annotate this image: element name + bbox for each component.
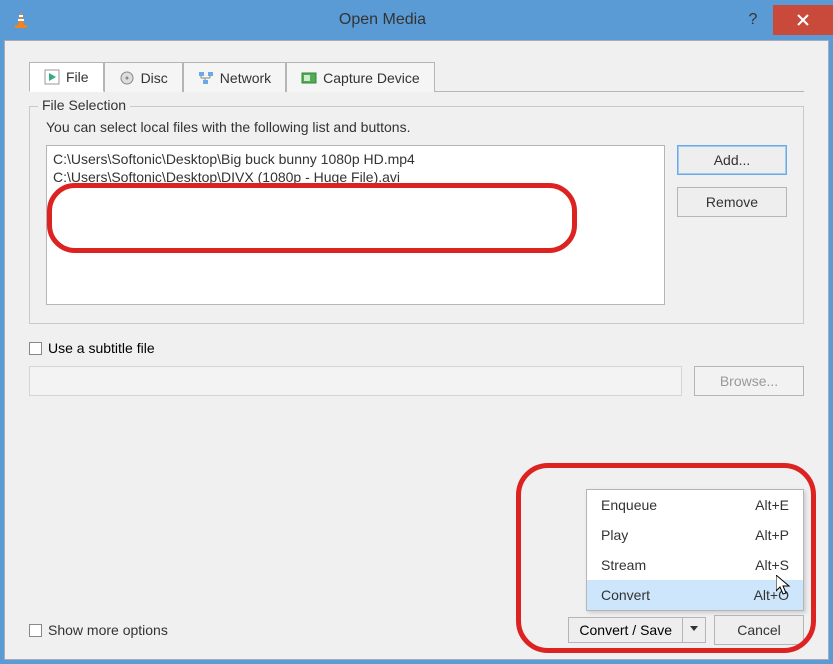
menu-item-play[interactable]: Play Alt+P [587,520,803,550]
tab-label: Capture Device [323,70,420,86]
capture-device-icon [301,70,317,86]
file-selection-group: File Selection You can select local file… [29,106,804,324]
show-more-label: Show more options [48,622,168,638]
subtitle-checkbox[interactable] [29,342,42,355]
subtitle-path-field [29,366,682,396]
tabstrip: File Disc Network Capture Device [29,61,804,92]
file-list[interactable]: C:\Users\Softonic\Desktop\Big buck bunny… [46,145,665,305]
tab-network[interactable]: Network [183,62,286,92]
file-selection-desc: You can select local files with the foll… [46,119,787,135]
cancel-button[interactable]: Cancel [714,615,804,645]
show-more-checkbox[interactable] [29,624,42,637]
tab-capture[interactable]: Capture Device [286,62,435,92]
menu-item-label: Stream [601,557,646,573]
convert-save-split-button[interactable]: Convert / Save [568,617,706,643]
add-button[interactable]: Add... [677,145,787,175]
menu-item-shortcut: Alt+P [755,527,789,543]
menu-item-label: Play [601,527,628,543]
remove-button[interactable]: Remove [677,187,787,217]
dropdown-arrow-icon[interactable] [683,617,706,643]
menu-item-shortcut: Alt+O [754,587,789,603]
menu-item-label: Enqueue [601,497,657,513]
menu-item-convert[interactable]: Convert Alt+O [587,580,803,610]
file-list-item[interactable]: C:\Users\Softonic\Desktop\DIVX (1080p - … [53,168,658,186]
help-button[interactable]: ? [733,5,773,35]
network-icon [198,70,214,86]
subtitle-checkbox-label: Use a subtitle file [48,340,155,356]
tab-disc[interactable]: Disc [104,62,183,92]
window-body: File Disc Network Capture Device [4,40,829,660]
tab-file[interactable]: File [29,62,104,92]
browse-button: Browse... [694,366,804,396]
disc-icon [119,70,135,86]
file-list-item[interactable]: C:\Users\Softonic\Desktop\Big buck bunny… [53,150,658,168]
window-title: Open Media [32,11,733,29]
menu-item-enqueue[interactable]: Enqueue Alt+E [587,490,803,520]
tab-label: File [66,69,89,85]
menu-item-label: Convert [601,587,650,603]
bottom-bar: Show more options Convert / Save Cancel [29,615,804,645]
menu-item-stream[interactable]: Stream Alt+S [587,550,803,580]
convert-save-button-label[interactable]: Convert / Save [568,617,683,643]
close-button[interactable] [773,5,833,35]
tab-label: Disc [141,70,168,86]
menu-item-shortcut: Alt+S [755,557,789,573]
titlebar: Open Media ? [0,0,833,40]
convert-save-menu: Enqueue Alt+E Play Alt+P Stream Alt+S Co… [586,489,804,611]
file-play-icon [44,69,60,85]
vlc-cone-icon [10,9,32,31]
group-legend: File Selection [38,97,130,113]
menu-item-shortcut: Alt+E [755,497,789,513]
tab-label: Network [220,70,271,86]
